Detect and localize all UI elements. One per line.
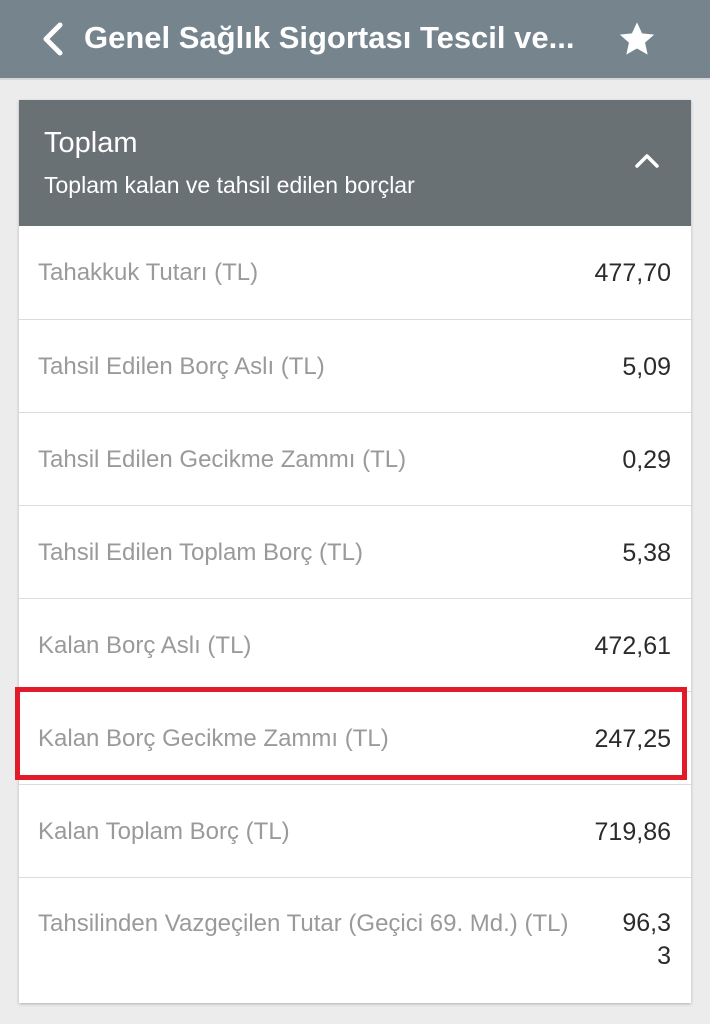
- app-bar: Genel Sağlık Sigortası Tescil ve...: [0, 0, 710, 80]
- favorite-button[interactable]: [610, 12, 664, 66]
- totals-card-header[interactable]: Toplam Toplam kalan ve tahsil edilen bor…: [19, 100, 691, 226]
- list-item: Kalan Borç Aslı (TL) 472,61: [19, 598, 691, 691]
- row-value: 5,38: [622, 539, 671, 567]
- list-item: Tahsilinden Vazgeçilen Tutar (Geçici 69.…: [19, 877, 691, 1003]
- row-label: Kalan Borç Aslı (TL): [38, 632, 252, 659]
- list-item: Tahakkuk Tutarı (TL) 477,70: [19, 226, 691, 319]
- row-label: Tahsilinden Vazgeçilen Tutar (Geçici 69.…: [38, 910, 569, 937]
- card-title: Toplam: [44, 127, 138, 159]
- row-value: 472,61: [594, 632, 671, 660]
- star-icon: [619, 22, 655, 55]
- row-value: 719,86: [594, 818, 671, 846]
- collapse-button[interactable]: [627, 144, 667, 178]
- list-item: Tahsil Edilen Toplam Borç (TL) 5,38: [19, 505, 691, 598]
- row-label: Kalan Toplam Borç (TL): [38, 818, 290, 845]
- row-label: Tahsil Edilen Toplam Borç (TL): [38, 539, 364, 566]
- totals-list: Tahakkuk Tutarı (TL) 477,70 Tahsil Edile…: [19, 226, 691, 1003]
- row-label: Kalan Borç Gecikme Zammı (TL): [38, 725, 389, 752]
- row-label: Tahsil Edilen Borç Aslı (TL): [38, 353, 325, 380]
- chevron-left-icon: [43, 22, 63, 56]
- row-label: Tahsil Edilen Gecikme Zammı (TL): [38, 446, 407, 473]
- back-button[interactable]: [30, 14, 74, 64]
- list-item: Kalan Toplam Borç (TL) 719,86: [19, 784, 691, 877]
- chevron-up-icon: [635, 154, 659, 168]
- row-value: 247,25: [594, 725, 671, 753]
- card-subtitle: Toplam kalan ve tahsil edilen borçlar: [44, 172, 415, 198]
- page-title: Genel Sağlık Sigortası Tescil ve...: [84, 20, 575, 55]
- row-value: 96,33: [622, 909, 671, 970]
- list-item-highlighted: Kalan Borç Gecikme Zammı (TL) 247,25: [19, 691, 691, 784]
- row-value: 5,09: [622, 353, 671, 381]
- list-item: Tahsil Edilen Gecikme Zammı (TL) 0,29: [19, 412, 691, 505]
- row-value: 477,70: [594, 259, 671, 287]
- row-label: Tahakkuk Tutarı (TL): [38, 259, 259, 286]
- row-value: 0,29: [622, 446, 671, 474]
- totals-card: Toplam Toplam kalan ve tahsil edilen bor…: [19, 100, 691, 1003]
- list-item: Tahsil Edilen Borç Aslı (TL) 5,09: [19, 319, 691, 412]
